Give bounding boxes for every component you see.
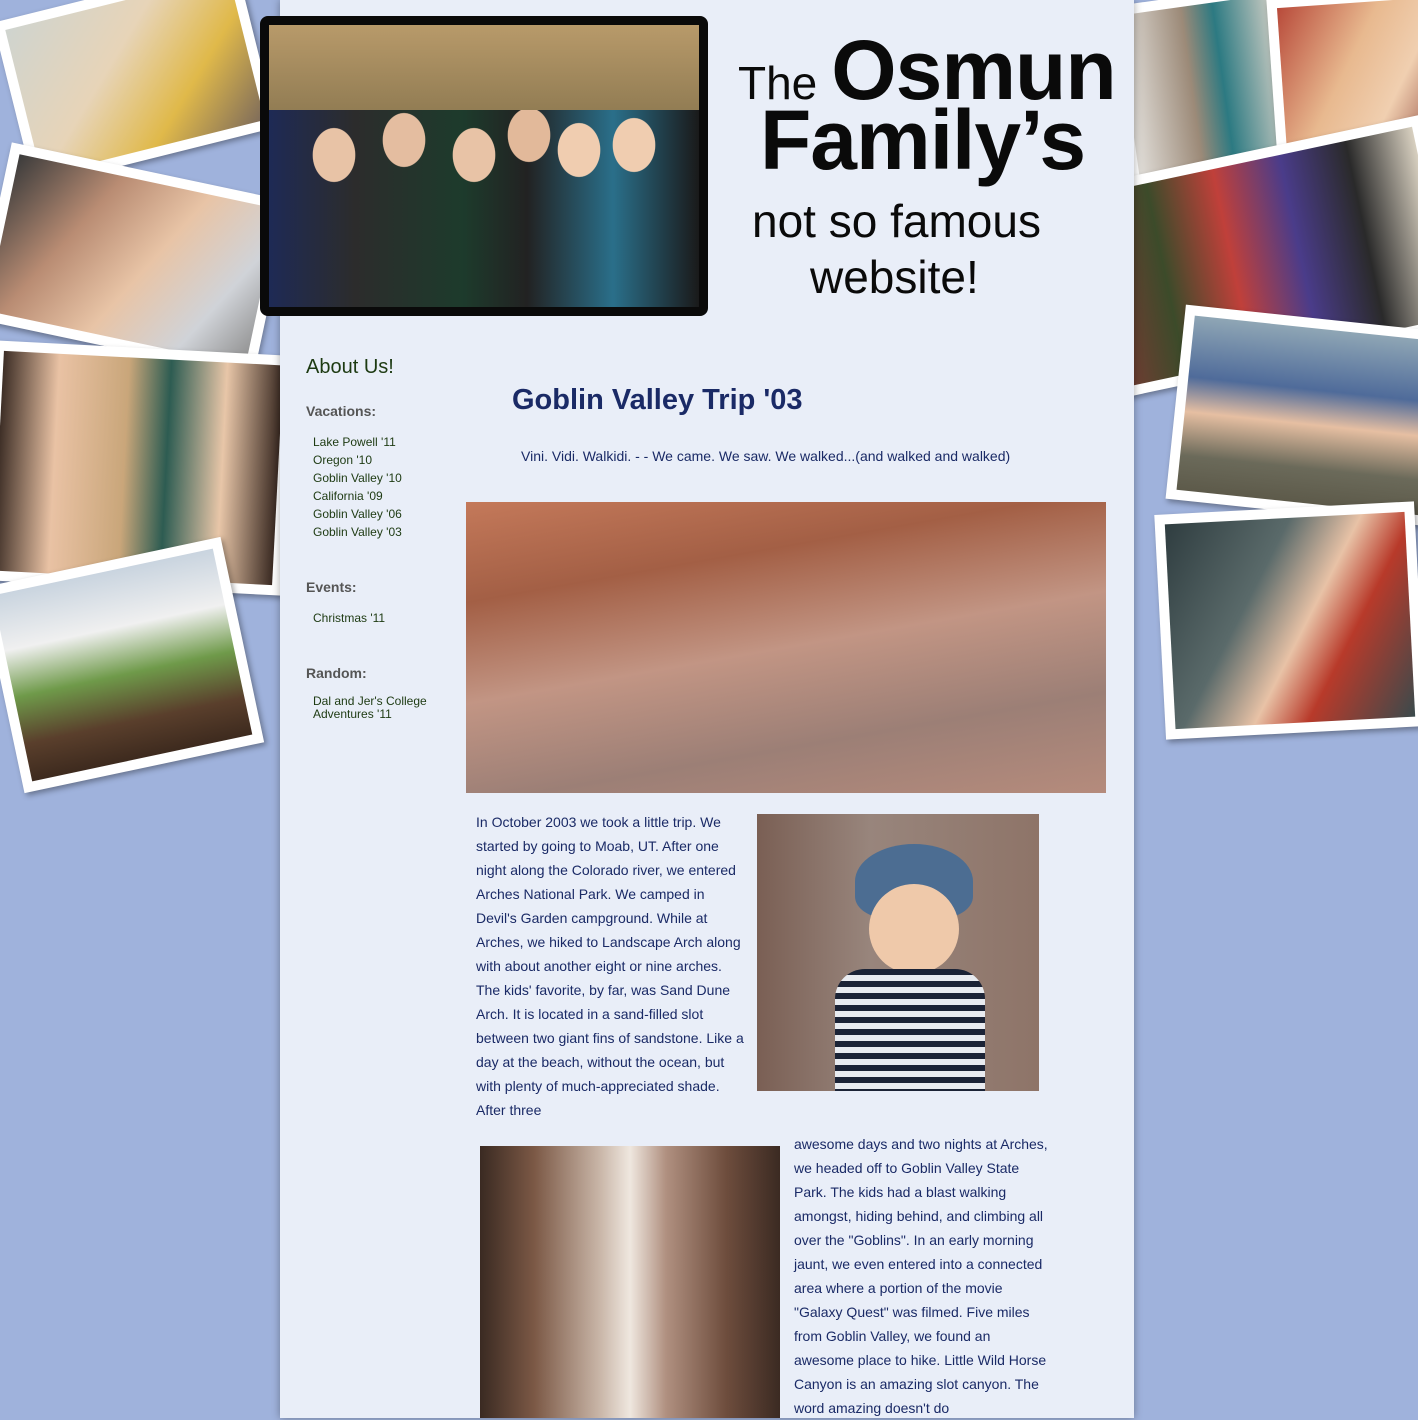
about-us-link[interactable]: About Us! bbox=[306, 356, 466, 379]
family-on-rocks-photo bbox=[466, 502, 1106, 793]
article-tagline: Vini. Vidi. Walkidi. - - We came. We saw… bbox=[521, 448, 1011, 464]
events-list: Christmas '11 bbox=[313, 609, 466, 627]
article-title: Goblin Valley Trip '03 bbox=[512, 384, 803, 416]
nav-link-christmas-11[interactable]: Christmas '11 bbox=[313, 609, 466, 627]
collage-photo-garden-tiller bbox=[0, 536, 265, 794]
nav-link-goblin-valley-10[interactable]: Goblin Valley '10 bbox=[313, 469, 466, 487]
vacations-list: Lake Powell '11 Oregon '10 Goblin Valley… bbox=[313, 433, 466, 541]
nav-link-oregon-10[interactable]: Oregon '10 bbox=[313, 451, 466, 469]
events-heading: Events: bbox=[306, 579, 357, 595]
sidebar-nav: About Us! Vacations: Lake Powell '11 Ore… bbox=[306, 356, 466, 759]
nav-link-lake-powell-11[interactable]: Lake Powell '11 bbox=[313, 433, 466, 451]
nav-link-california-09[interactable]: California '09 bbox=[313, 487, 466, 505]
article-paragraph-2: awesome days and two nights at Arches, w… bbox=[794, 1136, 1048, 1416]
main-page: The Osmun Family’s not so famous website!… bbox=[260, 0, 1134, 1418]
collage-photo-lake-swim bbox=[1154, 501, 1418, 740]
article-paragraph-1: In October 2003 we took a little trip. W… bbox=[476, 814, 744, 1118]
boy-in-hat-photo bbox=[757, 814, 1039, 1091]
slot-canyon-photo bbox=[480, 1146, 780, 1418]
random-heading: Random: bbox=[306, 665, 367, 681]
site-subtitle-line1: not so famous bbox=[752, 195, 1041, 247]
vacations-heading: Vacations: bbox=[306, 403, 377, 419]
nav-link-goblin-valley-03[interactable]: Goblin Valley '03 bbox=[313, 523, 466, 541]
nav-link-goblin-valley-06[interactable]: Goblin Valley '06 bbox=[313, 505, 466, 523]
site-title-family: Family’s bbox=[760, 93, 1086, 187]
site-subtitle-line2: website! bbox=[810, 251, 979, 303]
random-list: Dal and Jer's College Adventures '11 bbox=[313, 695, 466, 721]
nav-link-college-adventures-11[interactable]: Dal and Jer's College Adventures '11 bbox=[313, 695, 443, 721]
collage-photo-dad-and-boys bbox=[1165, 304, 1418, 527]
family-header-photo bbox=[260, 16, 708, 316]
